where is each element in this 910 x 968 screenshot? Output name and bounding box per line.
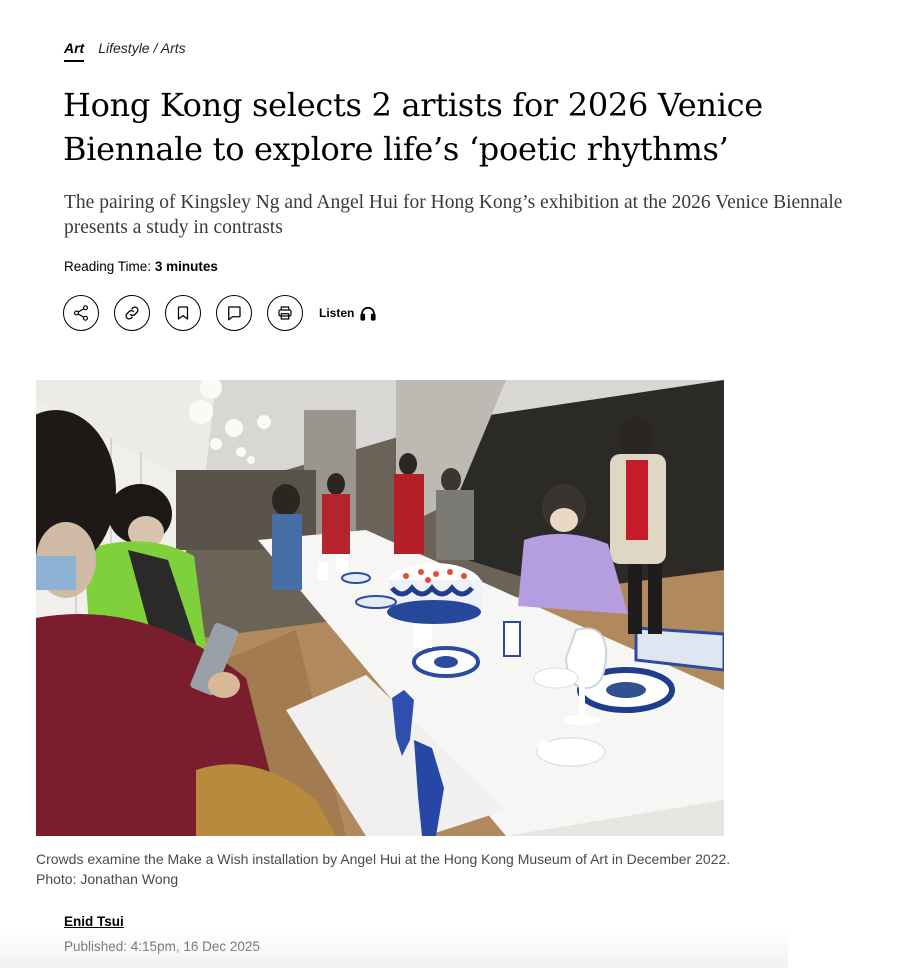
bookmark-icon bbox=[177, 306, 189, 320]
bookmark-button[interactable] bbox=[165, 295, 201, 331]
author-link[interactable]: Enid Tsui bbox=[64, 914, 124, 929]
print-button[interactable] bbox=[267, 295, 303, 331]
reading-time-label: Reading Time: bbox=[64, 259, 152, 274]
published-date: Published: 4:15pm, 16 Dec 2025 bbox=[64, 939, 260, 954]
article-headline: Hong Kong selects 2 artists for 2026 Ven… bbox=[63, 86, 763, 168]
share-button[interactable] bbox=[63, 295, 99, 331]
listen-label: Listen bbox=[319, 306, 355, 320]
link-icon bbox=[125, 306, 139, 320]
article-subheadline: The pairing of Kingsley Ng and Angel Hui… bbox=[64, 192, 843, 238]
article-actions: Listen bbox=[63, 295, 377, 331]
share-icon bbox=[73, 305, 89, 321]
reading-time: Reading Time: 3 minutes bbox=[64, 259, 218, 274]
breadcrumb[interactable]: Lifestyle / Arts bbox=[98, 40, 185, 56]
comment-icon bbox=[228, 306, 241, 321]
comment-button[interactable] bbox=[216, 295, 252, 331]
print-icon bbox=[278, 306, 292, 320]
reading-time-value: 3 minutes bbox=[154, 259, 218, 274]
topic-row: Art Lifestyle / Arts bbox=[64, 40, 186, 62]
museum-installation-photo bbox=[36, 380, 724, 836]
copy-link-button[interactable] bbox=[114, 295, 150, 331]
topic-link-art[interactable]: Art bbox=[64, 40, 85, 62]
headphones-icon bbox=[360, 306, 376, 321]
listen-button[interactable]: Listen bbox=[319, 304, 377, 322]
article-photo[interactable] bbox=[36, 380, 724, 836]
photo-caption: Crowds examine the Make a Wish installat… bbox=[36, 851, 731, 887]
